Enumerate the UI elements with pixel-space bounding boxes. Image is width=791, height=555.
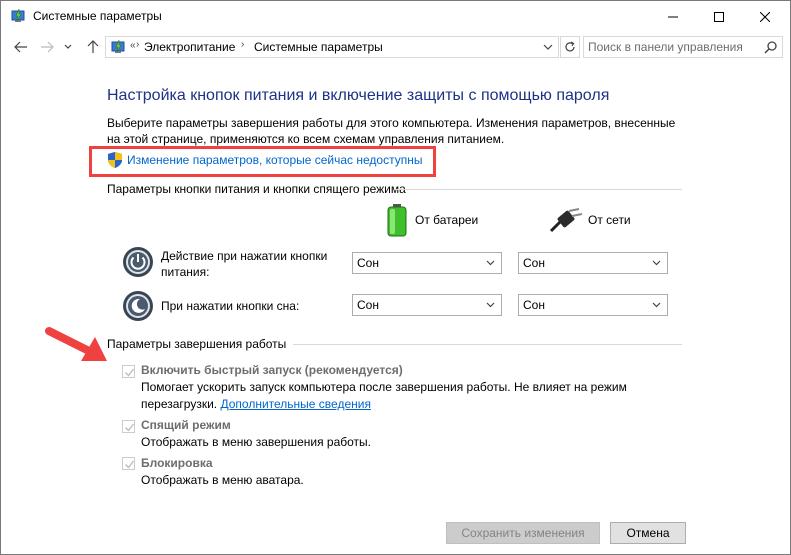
breadcrumb-arrow-icon[interactable]: › (136, 39, 139, 50)
power-buttons-section-title: Параметры кнопки питания и кнопки спящег… (107, 182, 406, 196)
close-icon (760, 11, 770, 22)
minimize-icon (668, 16, 678, 17)
breadcrumb-overflow[interactable]: « (130, 40, 136, 51)
title-bar: Системные параметры (1, 1, 790, 32)
power-button-battery-select[interactable]: Сон (352, 252, 502, 274)
change-unavailable-settings-link[interactable]: Изменение параметров, которые сейчас нед… (127, 153, 423, 167)
power-button-action-label: Действие при нажатии кнопки питания: (161, 249, 328, 279)
sleep-button-action-label: При нажатии кнопки сна: (161, 299, 300, 313)
more-info-link[interactable]: Дополнительные сведения (220, 397, 370, 411)
power-options-icon (11, 8, 25, 22)
forward-button[interactable] (37, 36, 57, 58)
sleep-mode-label: Спящий режим (141, 418, 231, 432)
uac-shield-icon (108, 152, 122, 168)
red-arrow-annotation (45, 327, 107, 361)
close-button[interactable] (742, 1, 788, 32)
checkmark-icon (125, 423, 135, 432)
address-bar[interactable]: « › Электропитание › Системные параметры (105, 36, 559, 58)
refresh-button[interactable] (560, 36, 580, 58)
cancel-button[interactable]: Отмена (610, 522, 686, 544)
sleep-mode-checkbox[interactable] (122, 420, 135, 433)
checkmark-icon (125, 368, 135, 377)
breadcrumb-system-settings[interactable]: Системные параметры (254, 40, 383, 54)
fast-startup-checkbox[interactable] (122, 365, 135, 378)
recent-locations-button[interactable] (61, 36, 75, 58)
control-panel-window: Системные параметры « › Электропитание ›… (0, 0, 791, 555)
chevron-down-icon[interactable] (542, 41, 554, 53)
plugged-in-column-label: От сети (588, 213, 631, 227)
lock-label: Блокировка (141, 456, 213, 470)
power-button-plugged-select[interactable]: Сон (518, 252, 668, 274)
search-box[interactable] (583, 36, 783, 58)
chevron-down-icon (652, 260, 661, 266)
search-input[interactable] (588, 39, 758, 55)
navigation-bar: « › Электропитание › Системные параметры (1, 32, 790, 62)
maximize-icon (714, 11, 724, 22)
search-icon[interactable] (764, 40, 778, 54)
page-title: Настройка кнопок питания и включение защ… (107, 87, 610, 104)
sleep-button-plugged-select[interactable]: Сон (518, 294, 668, 316)
chevron-down-icon (486, 302, 495, 308)
lock-description: Отображать в меню аватара. (141, 473, 304, 487)
power-button-icon (123, 247, 153, 277)
minimize-button[interactable] (650, 1, 696, 32)
chevron-down-icon (486, 260, 495, 266)
back-button[interactable] (11, 36, 31, 58)
arrow-right-icon (41, 41, 54, 53)
chevron-down-icon (64, 44, 72, 49)
arrow-up-icon (87, 40, 99, 53)
fast-startup-label: Включить быстрый запуск (рекомендуется) (141, 363, 403, 377)
shutdown-section-title: Параметры завершения работы (107, 337, 287, 351)
page-description: Выберите параметры завершения работы для… (107, 116, 676, 146)
arrow-left-icon (14, 41, 27, 53)
chevron-down-icon (652, 302, 661, 308)
power-plug-icon (549, 208, 583, 233)
section-divider (394, 189, 682, 190)
battery-column-label: От батареи (415, 213, 479, 227)
sleep-mode-description: Отображать в меню завершения работы. (141, 435, 372, 449)
save-changes-button[interactable]: Сохранить изменения (446, 522, 600, 544)
sleep-button-battery-select[interactable]: Сон (352, 294, 502, 316)
section-divider (293, 344, 682, 345)
refresh-icon (565, 41, 575, 52)
breadcrumb-power-options[interactable]: Электропитание (144, 40, 235, 54)
breadcrumb-arrow-icon[interactable]: › (241, 39, 244, 50)
sleep-button-icon (123, 291, 153, 321)
fast-startup-description: Помогает ускорить запуск компьютера посл… (141, 380, 627, 411)
up-button[interactable] (83, 36, 103, 58)
maximize-button[interactable] (696, 1, 742, 32)
window-title: Системные параметры (33, 9, 162, 23)
lock-checkbox[interactable] (122, 457, 135, 470)
checkmark-icon (125, 460, 135, 469)
battery-icon (387, 204, 407, 237)
power-options-icon (111, 39, 125, 53)
